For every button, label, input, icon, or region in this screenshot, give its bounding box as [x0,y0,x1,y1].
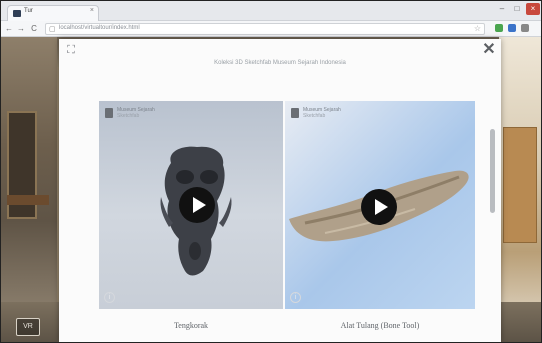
browser-window: Tur × – □ × ← → C ▢ localhost/virtualtou… [0,0,542,343]
page-icon: ▢ [49,26,56,33]
address-bar: ← → C ▢ localhost/virtualtour/index.html… [1,21,541,37]
scene-bench [7,195,49,205]
menu-icon[interactable] [521,24,529,32]
minimize-button[interactable]: – [495,3,509,15]
vr-mode-icon[interactable]: VR [16,318,40,336]
play-button[interactable] [361,189,397,225]
favicon-icon [13,10,21,17]
browser-tab[interactable]: Tur × [7,5,99,21]
reload-button[interactable]: C [29,23,39,35]
info-icon[interactable]: i [290,292,301,303]
url-text: localhost/virtualtour/index.html [59,25,140,31]
modal-title: Koleksi 3D Sketchfab Museum Sejarah Indo… [214,60,346,66]
url-field[interactable]: ▢ localhost/virtualtour/index.html ☆ [45,23,485,35]
bookmark-star-icon[interactable]: ☆ [474,24,481,33]
tab-title: Tur [24,8,33,14]
extension-icon[interactable] [495,24,503,32]
window-close-button[interactable]: × [526,3,540,15]
caption-skull: Tengkorak [173,321,209,330]
tab-close-icon[interactable]: × [90,7,94,14]
tab-bar: Tur × – □ × [1,1,541,21]
model-viewer-bone-tool[interactable]: Museum Sejarah Sketchfab i [285,101,475,309]
model-viewer-skull[interactable]: Museum Sejarah Sketchfab i [99,101,283,309]
maximize-button[interactable]: □ [510,3,524,15]
caption-bone-tool: Alat Tulang (Bone Tool) [340,321,420,330]
scene-display-cabinet [503,127,537,243]
info-icon[interactable]: i [104,292,115,303]
forward-button[interactable]: → [16,23,26,35]
extension-icon[interactable] [508,24,516,32]
collection-modal: ⛶ ✕ Koleksi 3D Sketchfab Museum Sejarah … [59,39,501,342]
fullscreen-icon[interactable]: ⛶ [65,44,77,56]
close-icon[interactable]: ✕ [481,42,497,58]
scrollbar-thumb[interactable] [490,129,495,213]
play-button[interactable] [179,187,215,223]
back-button[interactable]: ← [4,23,14,35]
